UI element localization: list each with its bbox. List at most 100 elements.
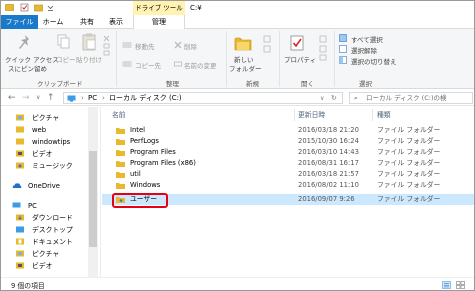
nav-item-label: ミュージック <box>32 162 73 170</box>
search-input[interactable]: ⌕ ローカル ディスク (C:)の検 <box>349 92 473 104</box>
file-row[interactable]: PerfLogs 2015/10/30 16:24 ファイル フォルダー <box>102 136 474 147</box>
file-name: util <box>130 170 141 178</box>
invert-selection-icon[interactable] <box>339 56 347 64</box>
file-modified: 2016/03/18 21:57 <box>298 170 359 178</box>
properties-button[interactable]: プロパティ <box>284 54 316 64</box>
folder-icon <box>116 172 125 178</box>
folder-icon <box>116 161 125 167</box>
file-row[interactable]: util 2016/03/18 21:57 ファイル フォルダー <box>102 169 474 180</box>
file-name: Intel <box>130 126 146 134</box>
explorer-app-icon[interactable] <box>5 3 14 12</box>
drive-tools-context-tab: ドライブ ツール <box>133 1 185 15</box>
rename-button[interactable]: 名前の変更 <box>184 60 217 70</box>
downloads-folder-icon <box>16 214 24 221</box>
select-all-button[interactable]: すべて選択 <box>351 34 383 44</box>
clipboard-small-icons[interactable] <box>103 34 110 56</box>
file-modified: 2016/08/02 11:10 <box>298 181 359 189</box>
pc-icon <box>67 95 76 102</box>
paste-button[interactable]: 貼り付け <box>76 54 102 64</box>
properties-quick-icon[interactable] <box>20 3 29 12</box>
delete-button[interactable]: 削除 <box>184 41 197 51</box>
videos-folder-icon <box>16 150 24 157</box>
tab-view[interactable]: 表示 <box>106 15 126 29</box>
nav-item-label: ビデオ <box>32 150 53 158</box>
ribbon-tabs: ファイル ホーム 共有 表示 管理 <box>1 15 474 29</box>
status-bar: 9 個の項目 <box>1 277 474 290</box>
copy-icon[interactable] <box>57 34 71 50</box>
properties-icon[interactable] <box>290 35 304 51</box>
file-modified: 2016/03/18 21:20 <box>298 126 359 134</box>
new-folder-quick-icon[interactable] <box>34 3 43 12</box>
file-modified: 2016/09/07 9:26 <box>298 195 355 203</box>
refresh-icon[interactable]: ↻ <box>331 93 337 104</box>
highlight-annotation <box>112 193 168 208</box>
column-divider[interactable] <box>372 109 373 121</box>
file-row[interactable]: Windows 2016/08/02 11:10 ファイル フォルダー <box>102 180 474 191</box>
file-type: ファイル フォルダー <box>377 148 441 156</box>
nav-item-label: OneDrive <box>28 182 60 190</box>
file-modified: 2015/10/30 16:24 <box>298 137 359 145</box>
copy-button[interactable]: コピー <box>56 54 76 64</box>
select-all-icon[interactable] <box>339 34 347 42</box>
select-none-icon[interactable] <box>339 45 347 53</box>
tab-share[interactable]: 共有 <box>77 15 97 29</box>
breadcrumb-pc[interactable]: PC <box>88 93 97 104</box>
search-placeholder: ローカル ディスク (C:)の検 <box>366 94 447 102</box>
explorer-window: ドライブ ツール C:¥ ファイル ホーム 共有 表示 管理 クイック アクセス… <box>0 0 475 291</box>
recent-locations-button[interactable]: ∨ <box>36 91 40 105</box>
forward-button[interactable]: → <box>22 91 30 105</box>
column-header-name[interactable]: 名前 <box>112 109 126 121</box>
folder-icon <box>116 183 125 189</box>
tab-home[interactable]: ホーム <box>41 15 65 29</box>
breadcrumb-local-disk[interactable]: ローカル ディスク (C:) <box>109 93 182 104</box>
up-button[interactable]: ↑ <box>47 91 55 105</box>
delete-icon[interactable] <box>174 41 182 49</box>
folder-icon <box>116 150 125 156</box>
customize-quick-access-icon[interactable] <box>47 3 54 12</box>
scrollbar-thumb[interactable] <box>89 151 97 247</box>
column-header-modified[interactable]: 更新日時 <box>298 109 325 121</box>
onedrive-icon <box>12 183 22 188</box>
file-row[interactable]: Program Files 2016/03/10 14:43 ファイル フォルダ… <box>102 147 474 158</box>
file-row[interactable]: Program Files (x86) 2016/08/31 16:17 ファイ… <box>102 158 474 169</box>
quick-access-pin-label-2[interactable]: スにピン留め <box>8 63 47 73</box>
copy-to-icon[interactable] <box>122 60 132 68</box>
details-view-icon[interactable] <box>442 281 451 289</box>
nav-item-label: ビデオ <box>32 262 53 270</box>
file-type: ファイル フォルダー <box>377 195 441 203</box>
nav-item-label: windowtips <box>32 138 71 146</box>
column-header-type[interactable]: 種類 <box>377 109 391 121</box>
paste-icon[interactable] <box>81 33 97 51</box>
tab-file[interactable]: ファイル <box>1 15 38 29</box>
pictures-folder-icon <box>16 250 24 257</box>
new-folder-label-2[interactable]: フォルダー <box>229 63 262 73</box>
file-list: 名前 更新日時 種類 Intel 2016/03/18 21:20 ファイル フ… <box>102 107 474 277</box>
new-item-icons[interactable] <box>263 35 272 61</box>
move-to-icon[interactable] <box>122 41 132 49</box>
column-divider[interactable] <box>294 109 295 121</box>
file-type: ファイル フォルダー <box>377 126 441 134</box>
new-folder-icon[interactable] <box>234 35 252 51</box>
invert-selection-button[interactable]: 選択の切り替え <box>351 56 397 66</box>
file-type: ファイル フォルダー <box>377 137 441 145</box>
open-group-label: 開く <box>301 80 314 88</box>
navigation-scrollbar[interactable] <box>88 107 98 277</box>
copy-to-button[interactable]: コピー先 <box>135 60 161 70</box>
address-box[interactable]: › PC › ローカル ディスク (C:) ∨ ↻ <box>63 92 343 104</box>
back-button[interactable]: ← <box>8 91 16 105</box>
select-none-button[interactable]: 選択解除 <box>351 45 377 55</box>
title-bar: ドライブ ツール C:¥ <box>1 1 474 15</box>
file-row[interactable]: Intel 2016/03/18 21:20 ファイル フォルダー <box>102 125 474 136</box>
rename-icon[interactable] <box>174 60 182 68</box>
file-modified: 2016/03/10 14:43 <box>298 148 359 156</box>
group-separator <box>334 31 335 87</box>
window-title: C:¥ <box>190 4 202 12</box>
large-icons-view-icon[interactable] <box>456 281 465 289</box>
move-to-button[interactable]: 移動先 <box>135 41 155 51</box>
file-name: Program Files <box>130 148 176 156</box>
address-history-button[interactable]: ∨ <box>320 93 324 104</box>
organize-group-label: 整理 <box>166 80 179 88</box>
pin-icon[interactable] <box>15 33 35 53</box>
tab-manage[interactable]: 管理 <box>133 15 185 29</box>
open-item-icons[interactable] <box>319 35 328 61</box>
